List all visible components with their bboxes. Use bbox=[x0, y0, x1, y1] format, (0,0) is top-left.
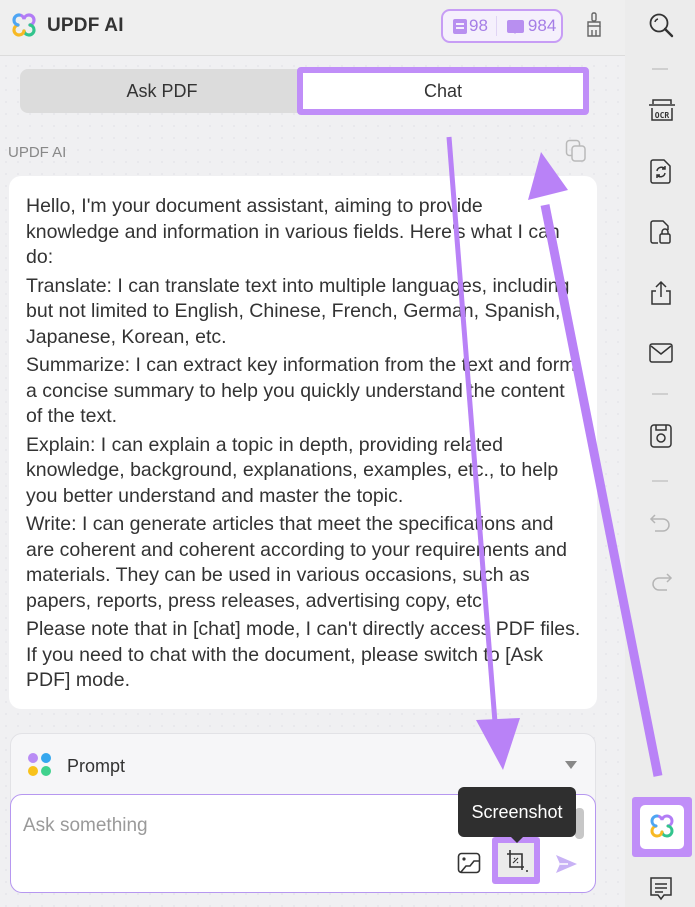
share-icon[interactable] bbox=[648, 280, 674, 306]
message-paragraph: Write: I can generate articles that meet… bbox=[26, 513, 567, 612]
message-paragraph: Summarize: I can extract key information… bbox=[26, 354, 576, 427]
screenshot-tooltip: Screenshot bbox=[458, 787, 576, 843]
message-paragraph: Translate: I can translate text into mul… bbox=[26, 274, 570, 348]
convert-icon[interactable] bbox=[648, 158, 674, 184]
prompt-selector[interactable]: Prompt bbox=[67, 756, 125, 777]
email-icon[interactable] bbox=[648, 340, 674, 366]
screenshot-crop-icon bbox=[507, 850, 528, 872]
toolbar-divider bbox=[652, 480, 668, 482]
toolbar-divider bbox=[652, 393, 668, 395]
image-upload-icon[interactable] bbox=[457, 852, 481, 874]
chevron-down-icon[interactable] bbox=[565, 761, 577, 769]
redo-icon[interactable] bbox=[648, 569, 674, 595]
tab-ask-pdf[interactable]: Ask PDF bbox=[20, 69, 304, 113]
message-paragraph: Hello, I'm your document assistant, aimi… bbox=[26, 195, 560, 268]
prompt-dot bbox=[28, 753, 38, 763]
message-paragraph: Explain: I can explain a topic in depth,… bbox=[26, 433, 559, 507]
assistant-message: Hello, I'm your document assistant, aimi… bbox=[9, 176, 597, 709]
chat-quota-icon bbox=[506, 19, 524, 34]
copy-icon[interactable] bbox=[565, 139, 587, 163]
updf-ai-logo-icon bbox=[12, 13, 36, 37]
right-toolbar bbox=[625, 0, 695, 907]
app-title: UPDF AI bbox=[47, 15, 124, 36]
quota-divider bbox=[495, 16, 497, 36]
prompt-dot bbox=[28, 766, 38, 776]
pdf-quota-count: 98 bbox=[469, 16, 488, 35]
message-paragraph: Please note that in [chat] mode, I can't… bbox=[26, 618, 581, 691]
updf-ai-button[interactable] bbox=[640, 805, 684, 849]
tab-chat[interactable]: Chat bbox=[297, 67, 589, 115]
screenshot-button[interactable] bbox=[498, 843, 534, 877]
brush-icon[interactable] bbox=[584, 12, 604, 38]
search-icon[interactable] bbox=[648, 12, 674, 38]
prompt-dots-icon bbox=[28, 753, 52, 777]
send-icon[interactable] bbox=[554, 852, 578, 876]
updf-ai-icon bbox=[650, 814, 674, 838]
svg-text:OCR: OCR bbox=[655, 111, 670, 120]
quota-badge[interactable]: 98 984 bbox=[441, 9, 563, 43]
document-quota-icon bbox=[453, 18, 467, 34]
input-scrollbar[interactable] bbox=[575, 808, 584, 839]
chat-quota-count: 984 bbox=[527, 16, 557, 35]
comment-icon[interactable] bbox=[648, 876, 674, 902]
prompt-dot bbox=[41, 766, 51, 776]
undo-icon[interactable] bbox=[648, 510, 674, 536]
toolbar-divider bbox=[652, 68, 668, 70]
message-sender: UPDF AI bbox=[8, 144, 67, 161]
ocr-icon[interactable]: OCR bbox=[648, 97, 676, 123]
protect-icon[interactable] bbox=[648, 219, 674, 245]
mode-tabs: Ask PDF Chat bbox=[20, 67, 589, 115]
prompt-dot bbox=[41, 753, 51, 763]
save-icon[interactable] bbox=[648, 423, 674, 449]
